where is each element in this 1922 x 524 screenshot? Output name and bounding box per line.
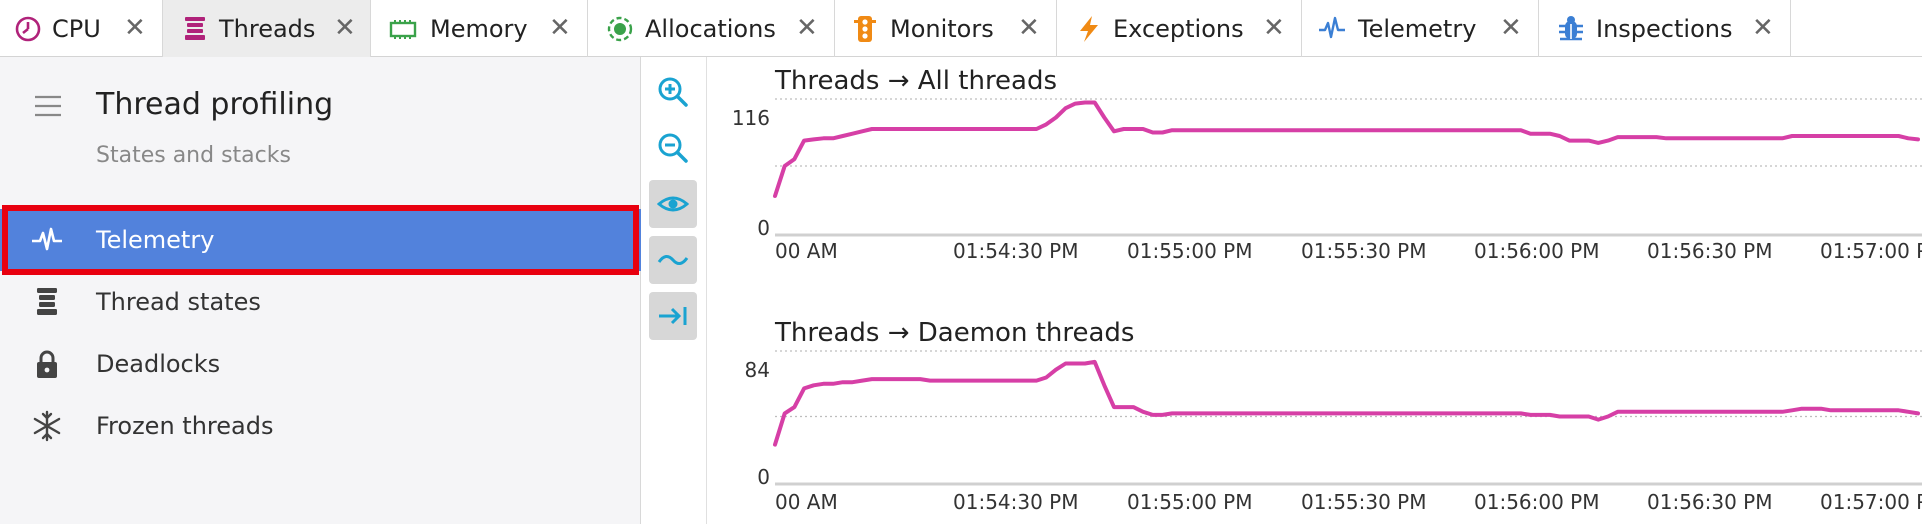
tab-label: Inspections [1596,15,1733,43]
x-tick-label: 01:57:00 PM [1820,239,1922,263]
tab-bar: CPU ✕ Threads ✕ Memory ✕ Allocations ✕ M… [0,0,1922,57]
thread-states-icon [37,288,57,315]
zoom-in-icon [658,77,688,107]
sidebar: Thread profiling States and stacks Telem… [0,57,641,524]
x-tick-label: 01:56:30 PM [1647,490,1773,514]
sidebar-item-deadlocks[interactable]: Deadlocks [0,333,641,395]
x-tick-label: 00 AM [775,490,838,514]
monitors-icon [854,16,876,42]
telemetry-icon [32,227,62,251]
threads-icon [185,17,205,40]
sidebar-item-label: Telemetry [96,226,215,254]
sidebar-item-thread-states[interactable]: Thread states [0,271,641,333]
x-tick-label: 00 AM [775,239,838,263]
telemetry-chart-area: Threads → All threads 116 0 00 AM 01:54:… [707,57,1922,524]
tab-monitors[interactable]: Monitors ✕ [835,0,1057,57]
sidebar-item-frozen-threads[interactable]: Frozen threads [0,395,641,457]
tab-exceptions[interactable]: Exceptions ✕ [1057,0,1302,57]
x-tick-label: 01:56:00 PM [1474,239,1600,263]
tab-label: Memory [430,15,528,43]
x-tick-label: 01:56:00 PM [1474,490,1600,514]
zoom-out-icon [658,133,688,163]
inspections-icon [1559,16,1583,41]
x-tick-label: 01:56:30 PM [1647,239,1773,263]
tab-close-button[interactable]: ✕ [1263,14,1285,42]
tab-allocations[interactable]: Allocations ✕ [588,0,835,57]
tab-close-button[interactable]: ✕ [1018,14,1040,42]
cpu-clock-icon [15,16,41,42]
smooth-lines-toggle[interactable] [649,236,697,284]
series-line-0 [773,100,1920,198]
tab-label: Allocations [645,15,776,43]
telemetry-icon [1319,16,1345,39]
tab-telemetry[interactable]: Telemetry ✕ [1302,0,1539,57]
tab-close-button[interactable]: ✕ [796,14,818,42]
scroll-to-end-toggle[interactable] [649,292,697,340]
tab-label: Telemetry [1358,15,1477,43]
x-tick-label: 01:55:30 PM [1301,490,1427,514]
tab-close-button[interactable]: ✕ [549,14,571,42]
tab-memory[interactable]: Memory ✕ [371,0,588,57]
sidebar-item-label: Frozen threads [96,412,274,440]
tab-close-button[interactable]: ✕ [1500,14,1522,42]
tab-cpu[interactable]: CPU ✕ [0,0,163,57]
sidebar-subtitle: States and stacks [96,143,291,168]
all-threads-chart: Threads → All threads 116 0 00 AM 01:54:… [707,57,1922,287]
eye-icon [657,196,689,212]
x-tick-label: 01:55:00 PM [1127,490,1253,514]
tab-threads[interactable]: Threads ✕ [163,0,371,57]
scroll-to-end-icon [659,307,687,325]
show-values-toggle[interactable] [649,180,697,228]
x-tick-label: 01:55:30 PM [1301,239,1427,263]
zoom-out-button[interactable] [649,124,697,172]
exceptions-icon [1080,16,1098,42]
x-tick-label: 01:55:00 PM [1127,239,1253,263]
snowflake-icon [33,410,61,442]
x-tick-label: 01:54:30 PM [953,490,1079,514]
chart-toolbar [641,57,707,524]
memory-icon [389,20,417,39]
tab-label: Monitors [890,15,994,43]
tab-label: Exceptions [1113,15,1244,43]
tab-close-button[interactable]: ✕ [334,14,356,42]
hamburger-menu-icon[interactable] [33,94,63,118]
series-line-0 [773,359,1920,447]
sidebar-item-telemetry[interactable]: Telemetry [0,209,641,271]
tab-close-button[interactable]: ✕ [124,14,146,42]
x-tick-label: 01:57:00 PM [1820,490,1922,514]
tab-inspections[interactable]: Inspections ✕ [1539,0,1791,57]
tab-label: Threads [219,15,316,43]
daemon-threads-chart: Threads → Daemon threads 84 0 00 AM 01:5… [707,309,1922,524]
zoom-in-button[interactable] [649,68,697,116]
sidebar-item-label: Deadlocks [96,350,221,378]
sidebar-item-label: Thread states [96,288,261,316]
x-tick-label: 01:54:30 PM [953,239,1079,263]
allocations-icon [607,16,633,42]
tab-label: CPU [52,15,101,43]
smooth-wave-icon [657,255,689,265]
sidebar-title: Thread profiling [96,87,334,122]
tab-close-button[interactable]: ✕ [1752,14,1774,42]
lock-icon [37,350,57,378]
